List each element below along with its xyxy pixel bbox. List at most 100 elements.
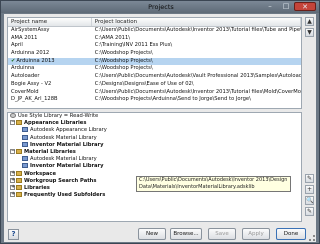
project-name: D_JP_AK_Arl_128B: [11, 96, 58, 103]
add-path-button[interactable]: +: [305, 185, 314, 194]
expand-icon[interactable]: +: [10, 177, 15, 183]
project-settings-tree[interactable]: Use Style Library = Read-Write − Appearanc…: [7, 112, 302, 222]
resize-grip-icon[interactable]: [309, 235, 315, 241]
project-side-buttons: ▲ ▼: [305, 17, 314, 39]
scroll-down-button[interactable]: ▼: [305, 28, 314, 37]
expand-icon[interactable]: +: [10, 192, 15, 198]
scroll-up-button[interactable]: ▲: [305, 17, 314, 26]
lib-icon: [22, 156, 28, 162]
project-row[interactable]: AirSystemAssy C:\Users\Public\Documents\A…: [8, 27, 301, 35]
project-location-cell: C:\Users\Public\Documents\Autodesk\Vault…: [94, 73, 301, 80]
tree-item-label: Inventor Material Library: [30, 141, 104, 148]
client-area: Project name Project location AirSystemA…: [4, 14, 316, 242]
tree-item[interactable]: + Frequently Used Subfolders: [8, 192, 301, 199]
project-name: Arduinna 2013: [16, 57, 55, 64]
gear-icon: [10, 113, 16, 118]
project-location-cell: C:\Woodshop Projects\: [94, 57, 153, 64]
project-row[interactable]: Arduinna 2012 C:\Woodshop Projects\: [8, 50, 301, 58]
browse-button[interactable]: Browse...: [170, 228, 202, 240]
project-name: AirSystemAssy: [11, 27, 50, 33]
done-button[interactable]: Done: [276, 228, 306, 240]
folder-icon: [16, 184, 22, 190]
project-row[interactable]: CoverMold C:\Users\Public\Documents\Autod…: [8, 89, 301, 97]
project-row[interactable]: April C:\Training\INV 2011 Ess Plus\: [8, 42, 301, 50]
active-check-icon: ✔: [11, 57, 16, 64]
folder-icon: [16, 192, 22, 198]
column-project-location[interactable]: Project location: [92, 18, 301, 26]
folder-icon: [16, 170, 22, 176]
folder-icon: [16, 177, 22, 183]
tree-item[interactable]: Autodesk Material Library: [8, 156, 301, 163]
project-name: Autoloader: [11, 73, 40, 80]
collapse-icon[interactable]: −: [10, 148, 15, 154]
project-name: Arduinna 2012: [11, 50, 50, 57]
project-row[interactable]: AMA 2011 C:\AMA 2011\: [8, 35, 301, 43]
tree-item-label: Workgroup Search Paths: [24, 177, 97, 184]
tree-item-label: Autodesk Material Library: [30, 156, 97, 163]
save-button[interactable]: Save: [208, 228, 236, 240]
project-name-cell: CoverMold: [8, 89, 92, 97]
project-name-cell: D_JP_AK_Arl_128B: [8, 96, 92, 104]
close-button[interactable]: ✕: [294, 2, 316, 11]
minimize-button[interactable]: –: [262, 2, 278, 11]
help-button[interactable]: ?: [8, 229, 19, 240]
project-name-cell: Bogie Assy - V2: [8, 81, 92, 89]
window-title: Projects: [148, 3, 174, 11]
project-name: CoverMold: [11, 88, 39, 95]
lib-icon: [22, 127, 28, 133]
project-location-cell: C:\Users\Public\Documents\Autodesk\Inven…: [94, 88, 301, 95]
tree-item-label: Autodesk Material Library: [30, 134, 97, 141]
tree-item-label: Appearance Libraries: [24, 120, 87, 127]
title-bar: Projects – □ ✕: [1, 1, 319, 13]
project-location-cell: C:\Woodshop Projects\: [94, 50, 153, 57]
folder-icon: [16, 148, 22, 154]
project-name: Bogie Assy - V2: [11, 80, 52, 87]
tree-item-label: Workspace: [24, 170, 57, 177]
tree-item-label: Frequently Used Subfolders: [24, 192, 106, 199]
tree-item[interactable]: − Appearance Libraries: [8, 120, 301, 127]
project-row[interactable]: D_JP_AK_Arl_128B C:\Woodshop Projects\Ard…: [8, 96, 301, 104]
project-row[interactable]: Bogie Assy - V2 C:\Designs\Designs\Ease o…: [8, 81, 301, 89]
tree-item[interactable]: Autodesk Appearance Library: [8, 127, 301, 134]
tree-item-label: Autodesk Appearance Library: [30, 127, 107, 134]
project-row[interactable]: Autoloader C:\Users\Public\Documents\Auto…: [8, 73, 301, 81]
projects-list-header: Project name Project location: [8, 18, 301, 27]
tree-item-label: Material Libraries: [24, 148, 76, 155]
project-row[interactable]: Arduinna C:\Woodshop Projects\: [8, 65, 301, 73]
expand-icon[interactable]: +: [10, 170, 15, 176]
collapse-icon[interactable]: −: [10, 120, 15, 126]
project-location-cell: C:\Users\Public\Documents\Autodesk\Inven…: [94, 27, 301, 33]
projects-window: Projects – □ ✕ Project name Project loca…: [0, 0, 320, 244]
project-name-cell: AirSystemAssy: [8, 27, 92, 35]
column-project-name[interactable]: Project name: [8, 18, 92, 26]
project-name-cell: Autoloader: [8, 73, 92, 81]
expand-icon[interactable]: +: [10, 184, 15, 190]
projects-list[interactable]: Project name Project location AirSystemA…: [7, 17, 302, 109]
new-button[interactable]: New: [138, 228, 166, 240]
folder-icon: [16, 120, 22, 126]
tree-item[interactable]: Autodesk Material Library: [8, 134, 301, 142]
project-name-cell: Arduinna: [8, 65, 92, 73]
apply-button[interactable]: Apply: [242, 228, 270, 240]
lib-icon: [22, 141, 28, 147]
maximize-button[interactable]: □: [278, 2, 294, 11]
project-location-cell: C:\Training\INV 2011 Ess Plus\: [94, 42, 173, 49]
tree-item[interactable]: Inventor Material Library: [8, 141, 301, 149]
project-row[interactable]: ✔Arduinna 2013 C:\Woodshop Projects\: [8, 57, 301, 66]
project-location-cell: C:\AMA 2011\: [94, 34, 131, 41]
tree-item-label: Inventor Material Library: [30, 163, 104, 170]
project-name-cell: ✔Arduinna 2013: [8, 58, 92, 66]
options-button[interactable]: ✎: [305, 207, 314, 216]
lib-icon: [22, 134, 28, 140]
tree-item[interactable]: − Material Libraries: [8, 148, 301, 156]
project-name: April: [11, 42, 23, 49]
projects-rows: AirSystemAssy C:\Users\Public\Documents\A…: [8, 27, 301, 104]
tree-item[interactable]: Inventor Material Library: [8, 163, 301, 170]
tree-item-label: Libraries: [24, 184, 50, 191]
project-location-cell: C:\Designs\Designs\Ease of Use of 02\: [94, 80, 194, 87]
edit-path-button[interactable]: ✎: [305, 174, 314, 183]
project-name-cell: April: [8, 42, 92, 50]
project-location-cell: C:\Woodshop Projects\: [94, 65, 153, 72]
find-icon[interactable]: 🔍: [305, 196, 314, 205]
project-name: AMA 2011: [11, 34, 38, 41]
